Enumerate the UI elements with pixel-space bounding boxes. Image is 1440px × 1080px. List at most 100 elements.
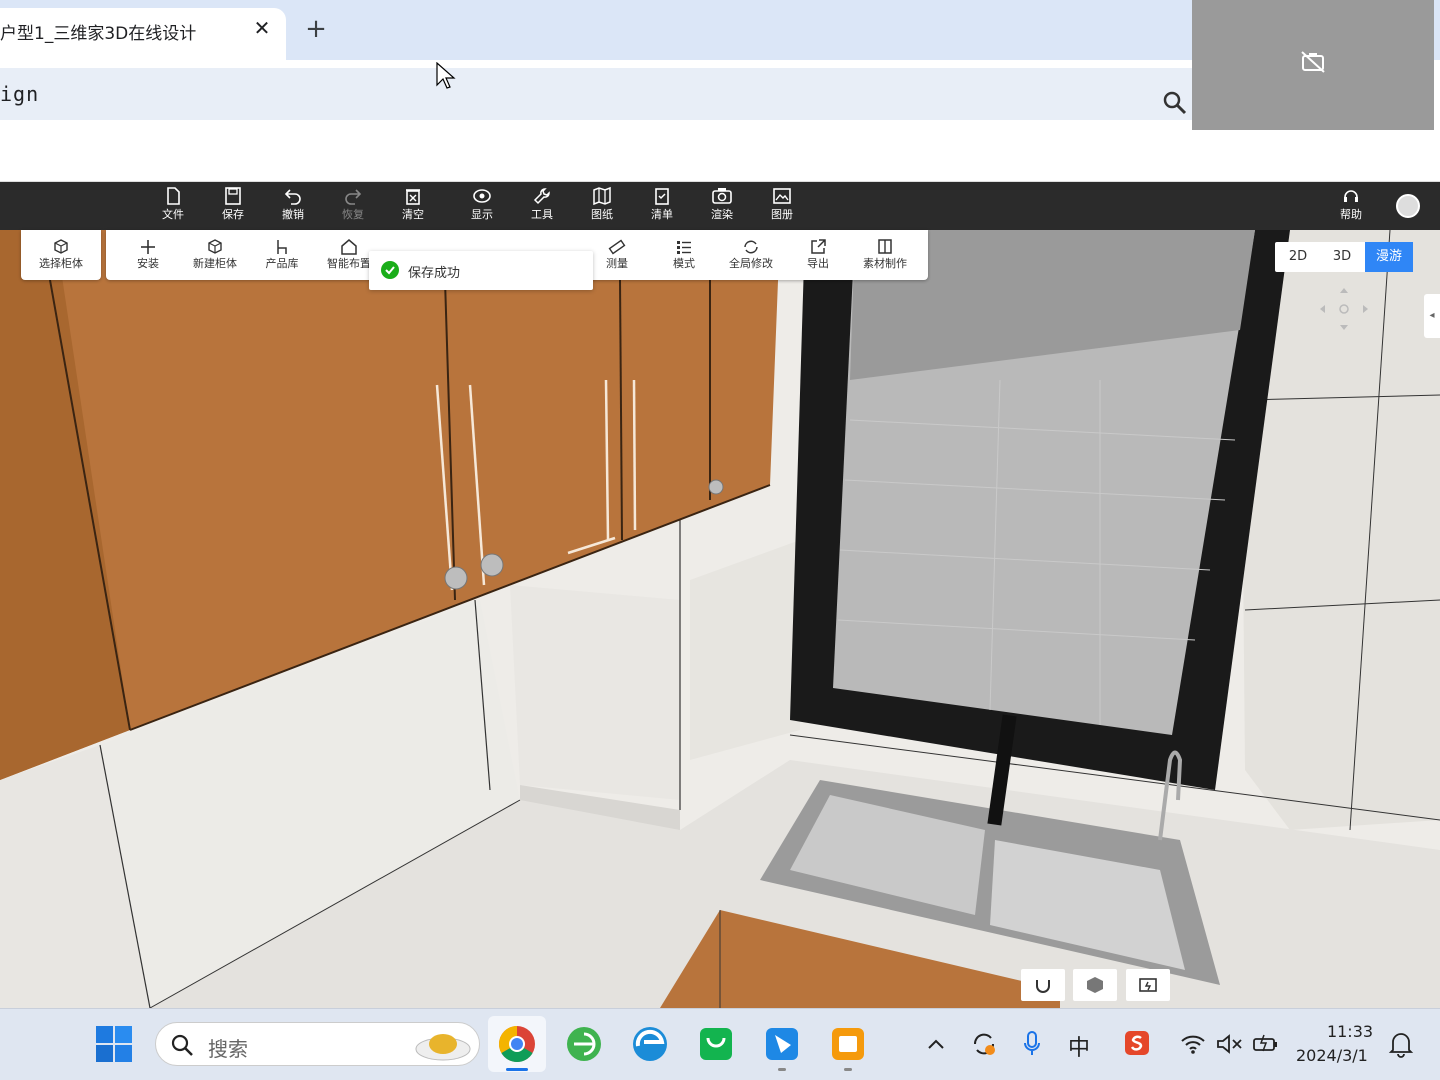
headset-icon (1344, 190, 1358, 202)
drawings-label: 图纸 (591, 208, 613, 221)
magnet-snap-button[interactable] (1021, 969, 1065, 1001)
clock-time[interactable]: 11:33 (1320, 1022, 1380, 1041)
shopping-app-icon[interactable] (694, 1022, 738, 1066)
view-mode-switcher: 2D 3D 漫游 (1275, 242, 1413, 272)
address-bar[interactable]: ign (0, 68, 1200, 120)
undo-label: 撤销 (282, 208, 304, 221)
mode-label: 模式 (673, 257, 695, 270)
select-cabinet-button[interactable]: 选择柜体 (29, 238, 93, 276)
render-label: 渲染 (711, 208, 733, 221)
list-label: 清单 (651, 208, 673, 221)
sogou-icon[interactable] (1124, 1030, 1150, 1056)
file-icon (167, 187, 180, 205)
save-button[interactable]: 保存 (208, 186, 258, 228)
food-bowl-icon (415, 1034, 471, 1061)
mouse-cursor-icon (436, 62, 456, 89)
active-indicator (506, 1068, 528, 1071)
feishu-icon[interactable] (760, 1022, 804, 1066)
material-icon (878, 239, 892, 254)
product-library-button[interactable]: 产品库 (250, 238, 314, 276)
wifi-icon[interactable] (1180, 1032, 1206, 1056)
sync-icon[interactable] (970, 1030, 998, 1058)
select-cabinet-panel: 选择柜体 (21, 230, 101, 280)
view-3d-button[interactable]: 3D (1319, 242, 1365, 272)
new-cabinet-label: 新建柜体 (193, 257, 237, 270)
export-label: 导出 (807, 257, 829, 270)
install-button[interactable]: 安装 (116, 238, 180, 276)
avatar[interactable] (1396, 194, 1420, 218)
browser-tab[interactable]: 户型1_三维家3D在线设计 ✕ (0, 8, 286, 60)
export-button[interactable]: 导出 (786, 238, 850, 276)
material-making-label: 素材制作 (863, 257, 907, 270)
album-button[interactable]: 图册 (757, 186, 807, 228)
magnet-icon (1036, 980, 1050, 993)
file-label: 文件 (162, 208, 184, 221)
new-cabinet-button[interactable]: 新建柜体 (183, 238, 247, 276)
tools-button[interactable]: 工具 (517, 186, 567, 228)
side-panel-toggle[interactable]: ◂ (1424, 294, 1440, 338)
help-button[interactable]: 帮助 (1326, 186, 1376, 228)
windows-start-icon[interactable] (96, 1026, 132, 1062)
clear-label: 清空 (402, 208, 424, 221)
measure-label: 测量 (606, 257, 628, 270)
view-roam-button[interactable]: 漫游 (1365, 242, 1413, 272)
microphone-icon[interactable] (1022, 1030, 1042, 1058)
search-placeholder: 搜索 (208, 1037, 248, 1061)
view-2d-button[interactable]: 2D (1275, 242, 1321, 272)
screenshot-button[interactable] (1126, 969, 1170, 1001)
mode-button[interactable]: 模式 (652, 238, 716, 276)
chevron-up-icon[interactable] (926, 1034, 946, 1054)
cube-icon (208, 239, 222, 254)
save-label: 保存 (222, 208, 244, 221)
navigation-arrows-icon[interactable] (1300, 284, 1390, 334)
wrench-icon (533, 188, 550, 205)
install-label: 安装 (137, 257, 159, 270)
tab-title: 户型1_三维家3D在线设计 (0, 24, 197, 44)
volume-muted-icon[interactable] (1216, 1032, 1244, 1056)
map-icon (593, 186, 611, 206)
3d-viewport[interactable] (0, 230, 1440, 1008)
global-edit-label: 全局修改 (729, 257, 773, 270)
export-icon (811, 239, 826, 254)
clock-date[interactable]: 2024/3/1 (1296, 1046, 1368, 1065)
taskbar-search-box[interactable]: 搜索 (155, 1022, 480, 1066)
display-button[interactable]: 显示 (457, 186, 507, 228)
drawings-button[interactable]: 图纸 (577, 186, 627, 228)
save-success-toast: 保存成功 (369, 251, 593, 290)
cube-icon (54, 239, 68, 254)
tab-close-button[interactable]: ✕ (250, 16, 274, 40)
camera-off-icon (1301, 51, 1325, 73)
camera-icon (712, 188, 732, 204)
list-button[interactable]: 清单 (637, 186, 687, 228)
screen: 户型1_三维家3D在线设计 ✕ + ign 文件 保存 撤销 恢复 清空 显示 … (0, 0, 1440, 1080)
measure-button[interactable]: 测量 (585, 238, 649, 276)
clipboard-icon (655, 188, 669, 205)
global-edit-button[interactable]: 全局修改 (719, 238, 783, 276)
refresh-icon (744, 240, 758, 254)
edge-icon[interactable] (628, 1022, 672, 1066)
new-tab-button[interactable]: + (302, 16, 330, 44)
running-indicator (778, 1068, 786, 1071)
display-label: 显示 (471, 208, 493, 221)
browser-360-icon[interactable] (562, 1022, 606, 1066)
clear-button[interactable]: 清空 (388, 186, 438, 228)
file-button[interactable]: 文件 (148, 186, 198, 228)
notification-icon[interactable] (1388, 1030, 1414, 1058)
chrome-icon[interactable] (495, 1022, 539, 1066)
album-icon (773, 188, 791, 204)
battery-icon[interactable] (1252, 1032, 1280, 1056)
box-view-button[interactable] (1073, 969, 1117, 1001)
material-making-button[interactable]: 素材制作 (853, 238, 917, 276)
toast-message: 保存成功 (408, 266, 461, 281)
render-button[interactable]: 渲染 (697, 186, 747, 228)
ime-indicator[interactable]: 中 (1068, 1030, 1090, 1062)
redo-icon (345, 189, 362, 205)
undo-icon (284, 189, 301, 205)
search-icon[interactable] (1162, 90, 1188, 116)
undo-button[interactable]: 撤销 (268, 186, 318, 228)
redo-button[interactable]: 恢复 (328, 186, 378, 228)
box-icon (1087, 977, 1103, 993)
orange-app-icon[interactable] (826, 1022, 870, 1066)
ruler-icon (608, 239, 626, 255)
plus-icon (141, 240, 155, 254)
